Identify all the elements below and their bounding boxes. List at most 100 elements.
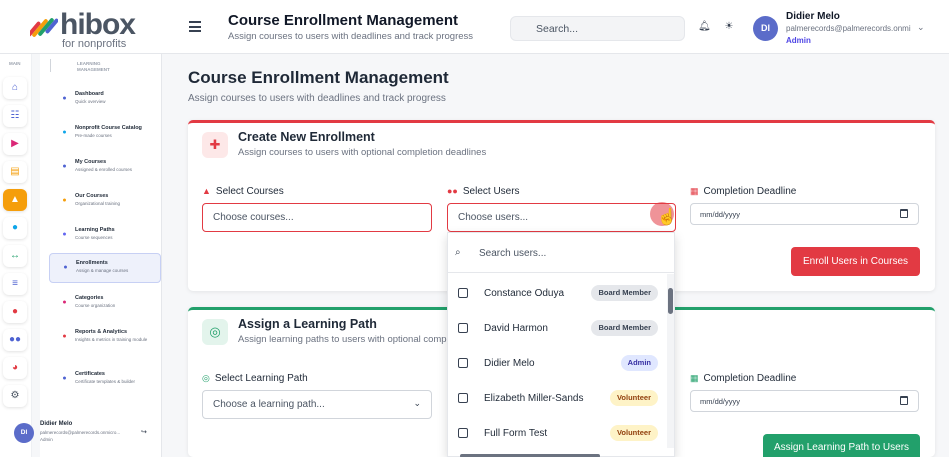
hibox-logo-icon xyxy=(30,18,58,37)
search-icon: ⌕ xyxy=(455,247,461,258)
nav-user-role: Admin xyxy=(40,437,53,442)
nav-item-certificates[interactable]: ● Certificates Certificate templates & bui… xyxy=(49,365,161,395)
role-badge: Volunteer xyxy=(609,425,658,441)
global-search-input[interactable]: Search... xyxy=(510,16,685,41)
menu-toggle-icon[interactable] xyxy=(189,21,201,32)
graduation-cap-icon[interactable]: ▲ xyxy=(3,189,27,211)
header-subtitle: Assign courses to users with deadlines a… xyxy=(228,31,474,42)
brand-name: hibox xyxy=(60,8,136,41)
nav-item-dashboard[interactable]: ● Dashboard Quick overview xyxy=(49,85,161,115)
users-icon[interactable]: ●● xyxy=(3,329,27,351)
nav-item-title: Enrollments xyxy=(76,260,108,266)
nav-item-icon: ● xyxy=(62,333,67,340)
nav-user-email: palmerecords@palmerecords.onmicro... xyxy=(40,430,121,435)
page-title: Course Enrollment Management xyxy=(188,68,449,87)
nav-item-nonprofit-course-catalog[interactable]: ● Nonprofit Course Catalog Pre-made course… xyxy=(49,119,161,149)
globe-icon[interactable]: ● xyxy=(3,217,27,239)
document-icon[interactable]: ≡ xyxy=(3,273,27,295)
nav-item-title: Our Courses xyxy=(75,193,109,199)
graduation-cap-icon: ▲ xyxy=(202,186,211,196)
nav-item-learning-paths[interactable]: ● Learning Paths Course sequences xyxy=(49,221,161,251)
nav-item-enrollments[interactable]: ● Enrollments Assign & manage courses xyxy=(49,253,161,283)
user-option-checkbox[interactable] xyxy=(458,288,468,298)
user-option[interactable]: David Harmon Board Member xyxy=(448,312,666,346)
user-option[interactable]: Full Form Test Volunteer xyxy=(448,417,666,451)
user-option-checkbox[interactable] xyxy=(458,358,468,368)
role-badge: Board Member xyxy=(591,320,658,336)
calendar-icon: ▦ xyxy=(690,186,699,196)
nav-item-my-courses[interactable]: ● My Courses Assigned & enrolled courses xyxy=(49,153,161,183)
user-option[interactable]: Didier Melo Admin xyxy=(448,347,666,381)
nav-item-our-courses[interactable]: ● Our Courses Organizational training xyxy=(49,187,161,217)
nav-item-subtitle: Quick overview xyxy=(75,99,106,104)
nav-item-title: Certificates xyxy=(75,371,105,377)
nav-item-title: Categories xyxy=(75,295,104,301)
nav-item-icon: ● xyxy=(62,129,67,136)
top-bar: hibox for nonprofits Course Enrollment M… xyxy=(0,0,949,54)
users-select[interactable]: Choose users... xyxy=(447,203,676,232)
scrollbar-thumb[interactable] xyxy=(668,288,673,314)
user-option-name: Full Form Test xyxy=(484,428,548,439)
user-option-name: David Harmon xyxy=(484,323,548,334)
user-option[interactable]: Constance Oduya Board Member xyxy=(448,277,666,311)
nav-section-label: LEARNING MANAGEMENT xyxy=(77,61,110,72)
user-option-checkbox[interactable] xyxy=(458,393,468,403)
nav-item-subtitle: Insights & metrics in training module xyxy=(75,337,148,342)
hand-pointer-icon: ☝ xyxy=(657,209,677,226)
user-option-name: Constance Oduya xyxy=(484,288,565,299)
user-icon[interactable]: ● xyxy=(3,301,27,323)
learning-path-select[interactable]: Choose a learning path... ⌄ xyxy=(202,390,432,419)
chevron-down-icon[interactable]: ⌄ xyxy=(413,398,421,409)
nav-item-icon: ● xyxy=(62,231,67,238)
megaphone-icon[interactable]: ▶ xyxy=(3,133,27,155)
brand-tagline: for nonprofits xyxy=(62,38,127,50)
calendar-icon[interactable] xyxy=(900,209,908,218)
role-badge: Board Member xyxy=(591,285,658,301)
nav-item-title: Dashboard xyxy=(75,91,104,97)
courses-select[interactable]: Choose courses... xyxy=(202,203,432,232)
courses-label: ▲ Select Courses xyxy=(202,186,284,197)
user-option-checkbox[interactable] xyxy=(458,323,468,333)
assign-learning-path-button[interactable]: Assign Learning Path to Users xyxy=(763,434,920,457)
nav-item-subtitle: Pre-made courses xyxy=(75,133,112,138)
deadline-date-input[interactable]: mm/dd/yyyy xyxy=(690,203,919,225)
dropdown-scrollbar[interactable] xyxy=(667,274,674,448)
nav-item-subtitle: Certificate templates & builder xyxy=(75,379,136,384)
user-name[interactable]: Didier Melo xyxy=(786,11,840,22)
nav-section-divider xyxy=(50,59,51,72)
path-deadline-date-input[interactable]: mm/dd/yyyy xyxy=(690,390,919,412)
enroll-users-button[interactable]: Enroll Users in Courses xyxy=(791,247,920,276)
user-option[interactable]: Elizabeth Miller-Sands Volunteer xyxy=(448,382,666,416)
nav-user-avatar[interactable]: DI xyxy=(14,423,34,443)
role-badge: Volunteer xyxy=(609,390,658,406)
users-dropdown: ⌕ Search users... Constance Oduya Board M… xyxy=(447,232,675,457)
page-subtitle: Assign courses to users with deadlines a… xyxy=(188,93,446,104)
pie-chart-icon[interactable]: ◕ xyxy=(3,357,27,379)
clipboard-icon[interactable]: ▤ xyxy=(3,161,27,183)
nav-item-subtitle: Assigned & enrolled courses xyxy=(75,167,133,172)
target-icon: ◎ xyxy=(202,319,228,345)
nav-item-subtitle: Course organization xyxy=(75,303,116,308)
user-email: palmerecords@palmerecords.onmi... xyxy=(786,24,911,33)
calendar-icon[interactable] xyxy=(900,396,908,405)
notification-bell-icon[interactable]: 🔔︎ xyxy=(698,22,711,32)
learning-path-title: Assign a Learning Path xyxy=(238,317,377,331)
nav-item-subtitle: Assign & manage courses xyxy=(76,268,129,273)
hibox-logo[interactable]: hibox for nonprofits xyxy=(30,10,136,50)
workflow-icon[interactable]: ↔ xyxy=(3,245,27,267)
theme-toggle-icon[interactable]: ☀ xyxy=(724,22,734,32)
users-search-input[interactable]: ⌕ Search users... xyxy=(448,233,674,273)
org-chart-icon[interactable]: ☷ xyxy=(3,105,27,127)
nav-item-categories[interactable]: ● Categories Course organization xyxy=(49,289,161,319)
user-option-checkbox[interactable] xyxy=(458,428,468,438)
home-icon[interactable]: ⌂ xyxy=(3,77,27,99)
target-icon: ◎ xyxy=(202,373,210,383)
user-option-name: Elizabeth Miller-Sands xyxy=(484,393,584,404)
users-label: ●● Select Users xyxy=(447,186,520,197)
user-avatar[interactable]: DI xyxy=(753,16,778,41)
nav-item-reports-analytics[interactable]: ● Reports & Analytics Insights & metrics i… xyxy=(49,323,161,353)
chevron-down-icon[interactable]: ⌄ xyxy=(917,22,925,33)
learning-path-label: ◎ Select Learning Path xyxy=(202,373,308,384)
settings-gear-icon[interactable]: ⚙ xyxy=(3,385,27,407)
logout-icon[interactable]: ↪ xyxy=(141,428,147,436)
